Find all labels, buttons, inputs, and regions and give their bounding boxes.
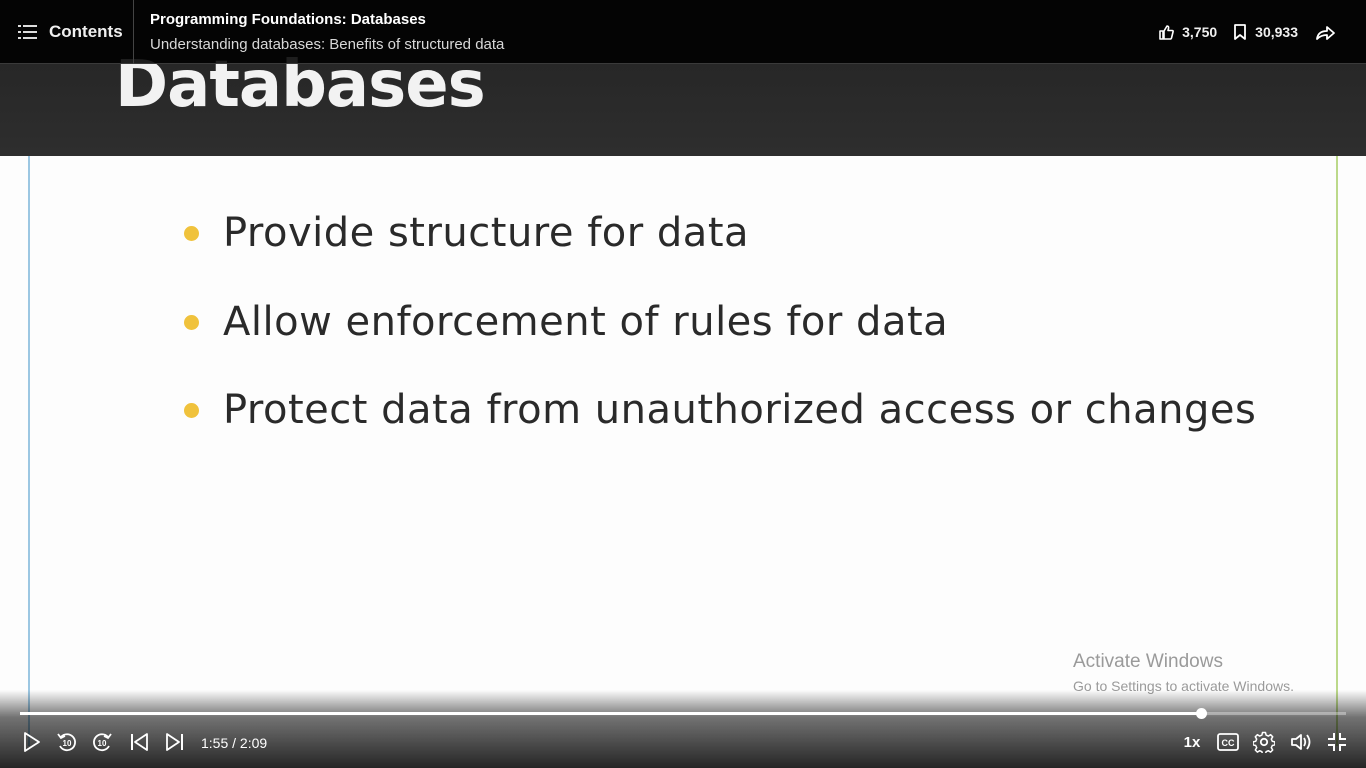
bullet-item: Allow enforcement of rules for data	[184, 299, 948, 345]
previous-icon	[131, 733, 148, 751]
rewind-10-icon: 10	[57, 733, 76, 752]
settings-button[interactable]	[1252, 730, 1276, 754]
bookmark-icon	[1234, 24, 1247, 40]
progress-handle[interactable]	[1196, 708, 1208, 719]
course-title: Programming Foundations: Databases	[150, 11, 426, 28]
engagement-stats: 3,750 30,933	[1158, 0, 1366, 64]
exit-fullscreen-button[interactable]	[1325, 730, 1349, 754]
save-count: 30,933	[1255, 24, 1298, 40]
bullet-item: Protect data from unauthorized access or…	[184, 387, 1256, 433]
playback-speed-label: 1x	[1183, 733, 1201, 751]
like-button[interactable]: 3,750	[1158, 24, 1217, 40]
previous-button[interactable]	[128, 730, 150, 754]
save-button[interactable]: 30,933	[1233, 24, 1298, 40]
svg-text:10: 10	[63, 739, 72, 748]
player-controls: 10 10 1:55 / 2:09 1x CC	[0, 690, 1366, 768]
contents-button[interactable]: Contents	[0, 0, 134, 64]
progress-bar[interactable]	[20, 708, 1346, 719]
bullet-text: Provide structure for data	[223, 210, 750, 256]
like-count: 3,750	[1182, 24, 1218, 40]
forward-10-button[interactable]: 10	[90, 730, 114, 754]
rewind-10-button[interactable]: 10	[55, 730, 79, 754]
bullet-dot	[184, 402, 199, 418]
captions-button[interactable]: CC	[1216, 730, 1240, 754]
list-icon	[18, 25, 37, 39]
next-icon	[166, 733, 183, 751]
bullet-dot	[184, 225, 199, 241]
bullet-text: Protect data from unauthorized access or…	[223, 387, 1257, 433]
volume-icon	[1291, 734, 1311, 750]
windows-activation-watermark: Activate Windows Go to Settings to activ…	[1073, 651, 1294, 694]
forward-10-icon: 10	[93, 733, 112, 752]
time-display: 1:55 / 2:09	[201, 735, 268, 751]
slide-frame-left	[28, 156, 30, 746]
player-top-bar: Contents Programming Foundations: Databa…	[0, 0, 1366, 64]
next-button[interactable]	[164, 730, 186, 754]
share-icon[interactable]	[1314, 21, 1336, 43]
play-icon	[24, 732, 40, 752]
playback-speed-button[interactable]: 1x	[1180, 730, 1204, 754]
svg-text:10: 10	[98, 739, 107, 748]
thumbs-up-icon	[1159, 25, 1175, 40]
contents-label: Contents	[49, 22, 123, 41]
video-title: Understanding databases: Benefits of str…	[150, 36, 505, 53]
exit-fullscreen-icon	[1328, 733, 1346, 751]
svg-text:CC: CC	[1222, 738, 1235, 748]
video-frame[interactable]: Databases Provide structure for data All…	[0, 0, 1366, 768]
play-button[interactable]	[22, 730, 42, 754]
watermark-title: Activate Windows	[1073, 651, 1223, 672]
slide-frame-right	[1336, 156, 1338, 746]
bullet-dot	[184, 314, 199, 330]
bullet-item: Provide structure for data	[184, 210, 749, 256]
captions-icon: CC	[1217, 733, 1239, 751]
settings-icon	[1253, 731, 1275, 753]
progress-fill	[20, 712, 1202, 715]
bullet-text: Allow enforcement of rules for data	[223, 299, 949, 345]
volume-button[interactable]	[1289, 730, 1313, 754]
